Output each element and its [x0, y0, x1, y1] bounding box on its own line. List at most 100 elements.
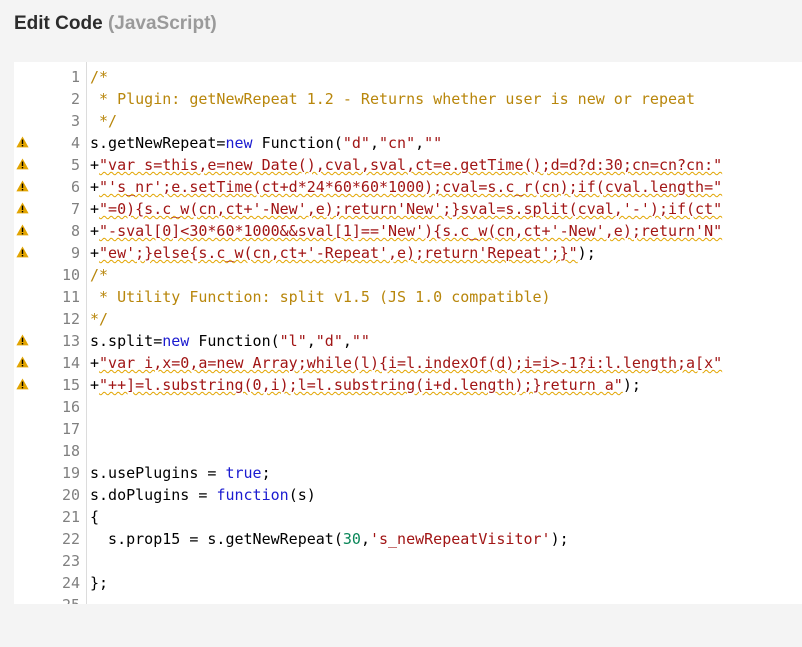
warning-icon[interactable] — [16, 202, 29, 214]
code-token: + — [90, 156, 100, 174]
code-token: , — [360, 530, 370, 548]
code-text[interactable]: +"=0){s.c_w(cn,ct+'-New',e);return'New';… — [90, 198, 722, 220]
code-token: + — [90, 244, 100, 262]
code-text[interactable]: /* — [90, 264, 108, 286]
warning-icon[interactable] — [16, 136, 29, 148]
code-token: true — [225, 464, 262, 482]
code-token: s.usePlugins = — [90, 464, 226, 482]
warning-icon[interactable] — [16, 378, 29, 390]
code-line[interactable]: 12 */ — [14, 308, 802, 330]
line-number: 3 — [70, 112, 80, 130]
code-token: 30 — [342, 530, 361, 548]
line-number: 16 — [61, 398, 80, 416]
warning-gutter — [14, 396, 32, 418]
code-text[interactable]: s.getNewRepeat=new Function("d","cn","" — [90, 132, 442, 154]
code-text[interactable]: { — [90, 506, 99, 528]
warning-gutter — [14, 66, 32, 88]
code-line[interactable]: 11 * Utility Function: split v1.5 (JS 1.… — [14, 286, 802, 308]
code-text[interactable]: }; — [90, 572, 108, 594]
code-token: "++]=l.substring(0,i);l=l.substring(i+d.… — [99, 376, 623, 394]
code-token: s.split= — [90, 332, 163, 350]
line-number: 7 — [70, 200, 80, 218]
warning-gutter — [14, 440, 32, 462]
code-line[interactable]: 24}; — [14, 572, 802, 594]
code-text[interactable]: * Utility Function: split v1.5 (JS 1.0 c… — [90, 286, 551, 308]
warning-gutter — [14, 308, 32, 330]
code-line[interactable]: 3 */ — [14, 110, 802, 132]
warning-icon[interactable] — [16, 356, 29, 368]
line-number: 2 — [70, 90, 80, 108]
code-line[interactable]: 4 s.getNewRepeat=new Function("d","cn","" — [14, 132, 802, 154]
warning-icon[interactable] — [16, 334, 29, 346]
code-line[interactable]: 19 s.usePlugins = true; — [14, 462, 802, 484]
dialog-title: Edit Code (JavaScript) — [14, 10, 217, 38]
warning-icon[interactable] — [16, 180, 29, 192]
code-token: "-sval[0]<30*60*1000&&sval[1]=='New'){s.… — [99, 222, 723, 240]
code-line[interactable]: 6 +"'s_nr';e.setTime(ct+d*24*60*60*1000);… — [14, 176, 802, 198]
code-line[interactable]: 25 — [14, 594, 802, 604]
code-token: s.getNewRepeat= — [90, 134, 226, 152]
code-token: + — [90, 200, 100, 218]
line-number: 18 — [61, 442, 80, 460]
code-line[interactable]: 2 * Plugin: getNewRepeat 1.2 - Returns w… — [14, 88, 802, 110]
language-label: (JavaScript) — [107, 13, 217, 34]
code-token: s.doPlugins = — [90, 486, 217, 504]
code-line[interactable]: 5 +"var s=this,e=new Date(),cval,sval,ct=… — [14, 154, 802, 176]
warning-gutter — [14, 176, 32, 198]
line-number: 19 — [61, 464, 80, 482]
code-text[interactable]: /* — [90, 66, 108, 88]
code-token: ; — [261, 464, 271, 482]
warning-gutter — [14, 528, 32, 550]
code-text[interactable]: +"var s=this,e=new Date(),cval,sval,ct=e… — [90, 154, 722, 176]
code-token: "l" — [279, 332, 307, 350]
code-text[interactable]: s.prop15 = s.getNewRepeat(30,'s_newRepea… — [90, 528, 569, 550]
code-line[interactable]: 18 — [14, 440, 802, 462]
code-text[interactable]: +"-sval[0]<30*60*1000&&sval[1]=='New'){s… — [90, 220, 722, 242]
code-token: + — [90, 354, 100, 372]
code-token: ); — [550, 530, 569, 548]
warning-gutter — [14, 88, 32, 110]
code-text[interactable]: s.usePlugins = true; — [90, 462, 271, 484]
code-text[interactable]: +"var i,x=0,a=new Array;while(l){i=l.ind… — [90, 352, 722, 374]
code-text[interactable]: */ — [90, 308, 108, 330]
warning-gutter — [14, 286, 32, 308]
code-line[interactable]: 7 +"=0){s.c_w(cn,ct+'-New',e);return'New'… — [14, 198, 802, 220]
line-number: 6 — [70, 178, 80, 196]
code-text[interactable]: s.doPlugins = function(s) — [90, 484, 316, 506]
warning-icon[interactable] — [16, 246, 29, 258]
dialog-title-text: Edit Code — [14, 13, 103, 34]
warning-icon[interactable] — [16, 158, 29, 170]
warning-gutter — [14, 330, 32, 352]
code-line[interactable]: 22 s.prop15 = s.getNewRepeat(30,'s_newRe… — [14, 528, 802, 550]
line-number: 12 — [61, 310, 80, 328]
line-number: 11 — [61, 288, 80, 306]
code-line[interactable]: 14 +"var i,x=0,a=new Array;while(l){i=l.i… — [14, 352, 802, 374]
code-line[interactable]: 13 s.split=new Function("l","d","" — [14, 330, 802, 352]
line-number: 21 — [61, 508, 80, 526]
code-line[interactable]: 21 { — [14, 506, 802, 528]
code-token: * Utility Function: split v1.5 (JS 1.0 c… — [90, 288, 551, 306]
line-number: 25 — [36, 594, 80, 604]
code-line[interactable]: 17 — [14, 418, 802, 440]
code-line[interactable]: 15 +"++]=l.substring(0,i);l=l.substring(i… — [14, 374, 802, 396]
code-line[interactable]: 20 s.doPlugins = function(s) — [14, 484, 802, 506]
code-text[interactable]: s.split=new Function("l","d","" — [90, 330, 370, 352]
code-text[interactable]: +"++]=l.substring(0,i);l=l.substring(i+d… — [90, 374, 641, 396]
code-editor[interactable]: 1 /* 2 * Plugin: getNewRepeat 1.2 - Return… — [14, 62, 802, 604]
warning-icon[interactable] — [16, 224, 29, 236]
code-line[interactable]: 1 /* — [14, 66, 802, 88]
code-token: "ew';}else{s.c_w(cn,ct+'-Repeat',e);retu… — [99, 244, 578, 262]
code-text[interactable]: * Plugin: getNewRepeat 1.2 - Returns whe… — [90, 88, 695, 110]
code-text[interactable]: */ — [90, 110, 117, 132]
code-token: "" — [424, 134, 443, 152]
code-text[interactable]: +"ew';}else{s.c_w(cn,ct+'-Repeat',e);ret… — [90, 242, 596, 264]
code-token: new — [162, 332, 190, 350]
code-line[interactable]: 9 +"ew';}else{s.c_w(cn,ct+'-Repeat',e);re… — [14, 242, 802, 264]
code-token: + — [90, 222, 100, 240]
code-line[interactable]: 10 /* — [14, 264, 802, 286]
code-text[interactable]: +"'s_nr';e.setTime(ct+d*24*60*60*1000);c… — [90, 176, 722, 198]
code-line[interactable]: 16 — [14, 396, 802, 418]
line-number: 4 — [70, 134, 80, 152]
code-line[interactable]: 8 +"-sval[0]<30*60*1000&&sval[1]=='New'){… — [14, 220, 802, 242]
code-line[interactable]: 23 — [14, 550, 802, 572]
